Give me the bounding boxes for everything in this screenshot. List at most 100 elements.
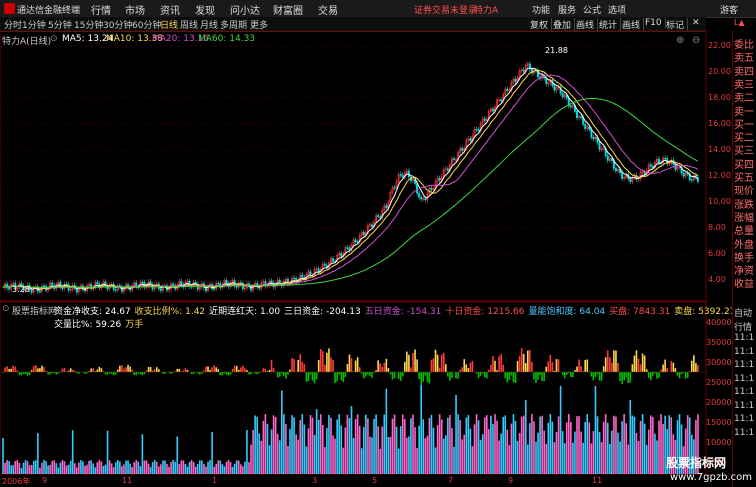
money-flow-bar: [211, 367, 213, 372]
money-flow-bar: [14, 366, 17, 372]
money-flow-bar: [377, 360, 379, 372]
volume-bar: [467, 415, 470, 474]
money-flow-bar: [336, 372, 338, 382]
volume-bar: [447, 417, 449, 474]
chart-menu-icon[interactable]: ⊕: [676, 35, 684, 46]
candle-body: [438, 177, 441, 181]
volume-bar: [473, 424, 476, 474]
volume-bar: [537, 432, 539, 474]
money-flow-bar: [391, 372, 394, 380]
volume-bar: [303, 424, 306, 474]
quote-field: 收益: [734, 279, 754, 291]
volume-bar: [121, 466, 123, 474]
volume-bar: [514, 420, 517, 474]
money-flow-bar: [670, 361, 673, 372]
tick-record: 11:1: [734, 333, 755, 343]
money-flow-bar: [516, 361, 519, 372]
volume-bar: [65, 465, 68, 474]
money-flow-bar: [426, 372, 429, 383]
money-flow-bar: [545, 366, 548, 372]
volume-bar: [119, 461, 121, 474]
volume-bar: [332, 435, 334, 474]
money-flow-bar: [24, 372, 27, 375]
money-flow-bar: [176, 368, 179, 372]
money-flow-bar: [537, 372, 539, 380]
money-flow-bar: [463, 359, 466, 372]
candle-body: [172, 283, 175, 286]
volume-bar: [420, 384, 422, 474]
money-flow-bar: [250, 372, 252, 375]
volume-bar: [629, 400, 632, 474]
money-flow-bar: [539, 372, 541, 376]
ma60-label: MA60: 14.33: [198, 34, 256, 44]
indicator-icon: ⊙: [2, 304, 10, 314]
money-flow-bar: [178, 368, 181, 372]
volume-bar: [205, 466, 207, 474]
candle-body: [522, 69, 525, 72]
volume-bar: [475, 414, 478, 474]
date-tick: 2006年: [2, 477, 31, 486]
volume-bar: [221, 464, 224, 474]
money-flow-bar: [147, 366, 150, 372]
volume-bar: [592, 431, 595, 474]
money-flow-bar: [693, 355, 695, 372]
volume-bar: [184, 463, 187, 474]
volume-bar: [233, 463, 236, 474]
money-flow-bar: [531, 361, 533, 372]
volume-bar: [609, 443, 611, 474]
money-flow-bar: [143, 372, 146, 375]
volume-tick: 40000: [706, 318, 732, 327]
volume-bar: [434, 447, 437, 474]
candle-body: [576, 111, 578, 118]
indicator-name: 股票指标网: [12, 307, 58, 317]
volume-bar: [240, 464, 242, 474]
volume-bar: [494, 414, 496, 474]
tick-record: 11:1: [734, 414, 755, 424]
volume-bar: [506, 429, 509, 474]
money-flow-bar: [291, 357, 293, 372]
volume-bar: [80, 460, 82, 474]
candle-body: [346, 247, 349, 249]
volume-bar: [330, 417, 332, 474]
ma-line-60: [2, 98, 699, 289]
volume-bar: [127, 460, 129, 474]
volume-bar: [410, 418, 412, 474]
money-flow-bar: [18, 372, 21, 375]
volume-bar: [207, 461, 209, 474]
money-flow-bar: [240, 367, 242, 372]
money-flow-bar: [213, 365, 215, 372]
volume-bar: [576, 416, 578, 474]
volume-bar: [635, 433, 638, 474]
money-flow-bar: [326, 352, 328, 372]
date-tick: 7: [448, 476, 454, 485]
money-flow-bar: [543, 372, 545, 381]
money-flow-bar: [186, 369, 189, 372]
chart-option-icon[interactable]: ⊖: [692, 35, 700, 46]
money-flow-bar: [549, 354, 552, 372]
candle-body: [401, 174, 404, 178]
volume-bar: [131, 467, 133, 474]
ma-line-5: [2, 67, 699, 291]
volume-bar: [365, 414, 367, 474]
money-flow-bar: [217, 369, 220, 372]
volume-bar: [160, 464, 162, 474]
volume-bar: [287, 445, 289, 474]
moving-average-lines: [2, 67, 699, 291]
indicator-item: 收支比例%: 1.42: [134, 307, 206, 317]
price-tick: 20.00: [708, 67, 731, 76]
money-flow-bar: [229, 372, 232, 375]
volume-bar: [190, 460, 193, 474]
candle-body: [598, 142, 601, 150]
volume-tick: 10000: [706, 438, 732, 447]
volume-bar: [225, 461, 228, 474]
money-flow-bar: [508, 372, 511, 381]
chart-settings-icon[interactable]: ⊙: [50, 34, 58, 44]
volume-bar: [492, 424, 494, 474]
money-flow-bar: [625, 372, 627, 378]
tick-record: 行情: [734, 322, 753, 333]
money-flow-bar: [244, 368, 246, 372]
volume-bar: [393, 414, 396, 474]
volume-bar: [367, 418, 369, 474]
volume-bar: [414, 427, 416, 474]
indicator-item: 十日资金: 1215.66: [445, 307, 525, 317]
